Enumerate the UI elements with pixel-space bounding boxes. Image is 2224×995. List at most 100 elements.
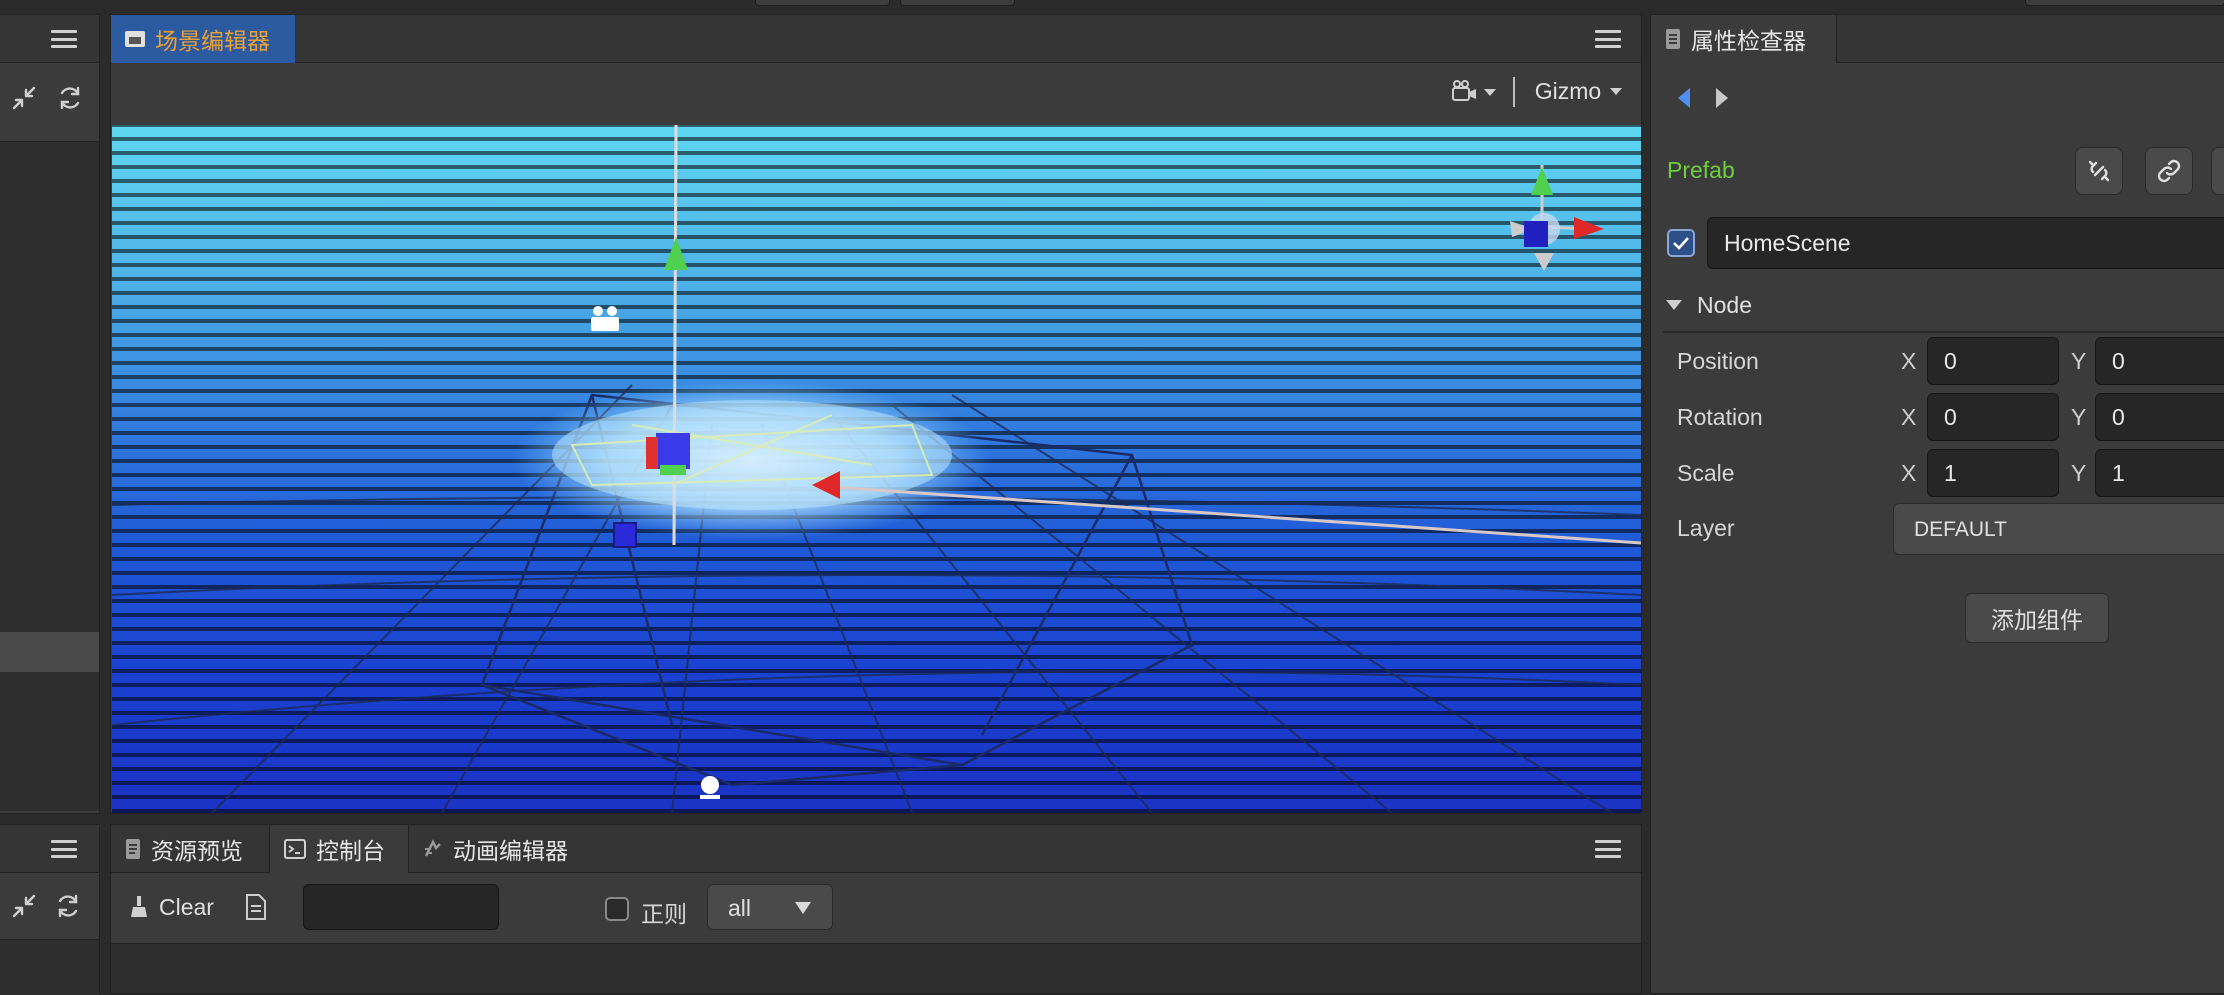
refresh-icon[interactable]: [53, 81, 87, 115]
link-icon: [2157, 159, 2181, 183]
open-log-file-icon[interactable]: [241, 891, 271, 923]
scene-icon: [125, 31, 145, 47]
animation-icon: [424, 839, 441, 857]
top-button-2[interactable]: [900, 0, 1015, 6]
chevron-down-icon: [1484, 89, 1496, 96]
tab-console[interactable]: 控制台: [269, 825, 409, 873]
hamburger-menu-icon[interactable]: [1595, 840, 1621, 858]
add-component-button[interactable]: 添加组件: [1965, 593, 2109, 643]
hierarchy-header: [0, 15, 99, 63]
section-divider: [1663, 331, 2224, 333]
document-icon: [126, 839, 140, 859]
scale-y-field[interactable]: 1: [2095, 449, 2224, 497]
assets-panel: [0, 824, 100, 995]
tab-asset-preview[interactable]: 资源预览: [111, 825, 269, 873]
scale-x-field[interactable]: 1: [1927, 449, 2059, 497]
refresh-icon[interactable]: [51, 889, 85, 923]
assets-list: [0, 939, 99, 995]
scale-x-label: X: [1901, 460, 1917, 486]
back-arrow-icon[interactable]: [1671, 83, 1697, 113]
forward-arrow-icon[interactable]: [1709, 83, 1735, 113]
scale-y-value: 1: [2112, 459, 2125, 486]
position-y-field[interactable]: 0: [2095, 337, 2224, 385]
rotation-x-value: 0: [1944, 403, 1957, 430]
prefab-more-button[interactable]: [2211, 147, 2224, 195]
prefab-label: Prefab: [1667, 157, 1735, 183]
camera-icon[interactable]: [1449, 77, 1499, 107]
tab-asset-preview-label: 资源预览: [151, 838, 243, 864]
assets-header: [0, 825, 99, 873]
node-section-title: Node: [1697, 291, 1752, 318]
caret-down-icon: [1666, 300, 1682, 310]
layer-select-value: DEFAULT: [1914, 518, 2007, 541]
hamburger-menu-icon[interactable]: [51, 840, 77, 858]
chevron-down-icon: [1610, 88, 1623, 95]
top-button-1[interactable]: [755, 0, 890, 6]
gizmo-label: Gizmo: [1534, 77, 1602, 104]
rotation-x-field[interactable]: 0: [1927, 393, 2059, 441]
scale-y-label: Y: [2071, 460, 2087, 486]
position-x-label: X: [1901, 348, 1917, 374]
filter-select[interactable]: all: [707, 884, 833, 930]
hamburger-menu-icon[interactable]: [51, 30, 77, 48]
tab-scene-editor[interactable]: 场景编辑器: [111, 15, 295, 63]
hamburger-menu-icon[interactable]: [1595, 30, 1621, 48]
gizmo-dropdown[interactable]: Gizmo: [1529, 73, 1629, 109]
scene-toolbar: Gizmo: [111, 63, 1641, 121]
hierarchy-tree: [0, 141, 99, 811]
scene-render: [112, 125, 1641, 813]
node-section-toggle[interactable]: Node: [1665, 287, 1752, 323]
top-button-3[interactable]: [2025, 0, 2224, 6]
filter-select-value: all: [728, 895, 752, 921]
tab-animation-editor-label: 动画编辑器: [453, 838, 568, 864]
add-component-label: 添加组件: [1991, 607, 2083, 633]
rotation-y-label: Y: [2071, 404, 2087, 430]
rotation-y-field[interactable]: 0: [2095, 393, 2224, 441]
position-label: Position: [1677, 348, 1759, 374]
checkmark-icon: [1673, 237, 1689, 250]
rotation-y-value: 0: [2112, 403, 2125, 430]
layer-select[interactable]: DEFAULT: [1893, 503, 2224, 555]
inspector-panel: 属性检查器 Prefab HomeScene Node Position X 0…: [1650, 14, 2224, 994]
link-prefab-button[interactable]: [2145, 147, 2193, 195]
node-name-field[interactable]: HomeScene: [1707, 217, 2224, 269]
scene-viewport[interactable]: [112, 125, 1641, 813]
scale-label: Scale: [1677, 460, 1735, 486]
node-name-value: HomeScene: [1724, 229, 1851, 256]
console-panel: 资源预览 控制台 动画编辑器 Clear 正则 all: [110, 824, 1642, 994]
position-y-value: 0: [2112, 347, 2125, 374]
inspector-header: 属性检查器: [1651, 15, 2224, 63]
broom-icon: [131, 896, 147, 917]
inspector-icon: [1666, 29, 1680, 49]
rotation-x-label: X: [1901, 404, 1917, 430]
tree-item-selected[interactable]: [0, 632, 99, 672]
tab-inspector-label: 属性检查器: [1691, 28, 1806, 54]
clear-button-label: Clear: [159, 893, 214, 920]
node-active-checkbox[interactable]: [1667, 229, 1695, 257]
unlink-prefab-button[interactable]: [2075, 147, 2123, 195]
collapse-icon[interactable]: [7, 889, 41, 923]
tab-animation-editor[interactable]: 动画编辑器: [409, 825, 593, 873]
console-search-input[interactable]: [303, 884, 499, 930]
chevron-down-icon: [795, 902, 811, 914]
scene-editor-header: 场景编辑器: [111, 15, 1641, 63]
regex-checkbox[interactable]: [605, 897, 629, 921]
clear-button[interactable]: Clear: [129, 889, 214, 925]
position-x-value: 0: [1944, 347, 1957, 374]
top-toolbar-strip: [0, 0, 2224, 8]
rotation-label: Rotation: [1677, 404, 1763, 430]
collapse-icon[interactable]: [7, 81, 41, 115]
terminal-icon: [284, 839, 306, 859]
tab-scene-editor-label: 场景编辑器: [155, 28, 270, 54]
toolbar-divider: [1513, 77, 1515, 107]
position-x-field[interactable]: 0: [1927, 337, 2059, 385]
console-toolbar: Clear 正则 all: [111, 873, 1641, 943]
unlink-icon: [2088, 160, 2110, 182]
scene-editor-panel: 场景编辑器 Gizmo: [110, 14, 1642, 814]
regex-label: 正则: [641, 901, 687, 927]
position-y-label: Y: [2071, 348, 2087, 374]
tab-inspector[interactable]: 属性检查器: [1651, 15, 1837, 63]
scale-x-value: 1: [1944, 459, 1957, 486]
tab-console-label: 控制台: [316, 838, 385, 864]
hierarchy-panel: [0, 14, 100, 814]
